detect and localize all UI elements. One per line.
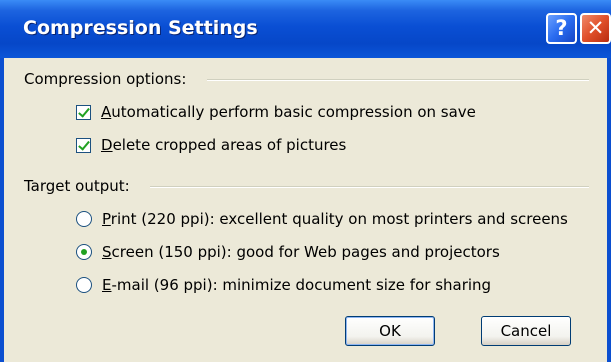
- screen-radio-row[interactable]: Screen (150 ppi): good for Web pages and…: [76, 243, 500, 261]
- window-border-left: [0, 58, 4, 362]
- check-mark-icon: [78, 104, 90, 118]
- cancel-button[interactable]: Cancel: [481, 316, 571, 346]
- auto-compress-label[interactable]: Automatically perform basic compression …: [101, 103, 476, 121]
- print-radio-row[interactable]: Print (220 ppi): excellent quality on mo…: [76, 210, 568, 228]
- compression-options-label: Compression options:: [24, 70, 187, 88]
- window-border-right: [607, 58, 611, 362]
- target-output-label: Target output:: [24, 177, 130, 195]
- help-icon: ?: [555, 16, 568, 40]
- screen-radio[interactable]: [76, 244, 92, 260]
- compression-options-divider: [207, 79, 589, 81]
- email-radio[interactable]: [76, 277, 92, 293]
- ok-button[interactable]: OK: [345, 316, 435, 346]
- print-radio[interactable]: [76, 211, 92, 227]
- auto-compress-checkbox[interactable]: [76, 104, 91, 120]
- email-option-label[interactable]: E-mail (96 ppi): minimize document size …: [102, 276, 491, 294]
- print-option-label[interactable]: Print (220 ppi): excellent quality on mo…: [102, 210, 568, 228]
- help-button[interactable]: ?: [546, 13, 577, 44]
- radio-selected-dot-icon: [81, 249, 87, 255]
- auto-compress-checkbox-row[interactable]: Automatically perform basic compression …: [76, 103, 476, 121]
- close-button[interactable]: ✕: [580, 13, 611, 44]
- title-bar[interactable]: Compression Settings ? ✕: [0, 0, 611, 58]
- dialog-title: Compression Settings: [23, 17, 258, 39]
- delete-cropped-label[interactable]: Delete cropped areas of pictures: [101, 136, 346, 154]
- delete-cropped-checkbox[interactable]: [76, 137, 91, 153]
- screen-option-label[interactable]: Screen (150 ppi): good for Web pages and…: [102, 243, 500, 261]
- target-output-divider: [150, 186, 589, 188]
- close-icon: ✕: [586, 16, 605, 40]
- delete-cropped-checkbox-row[interactable]: Delete cropped areas of pictures: [76, 136, 346, 154]
- email-radio-row[interactable]: E-mail (96 ppi): minimize document size …: [76, 276, 491, 294]
- check-mark-icon: [78, 137, 90, 151]
